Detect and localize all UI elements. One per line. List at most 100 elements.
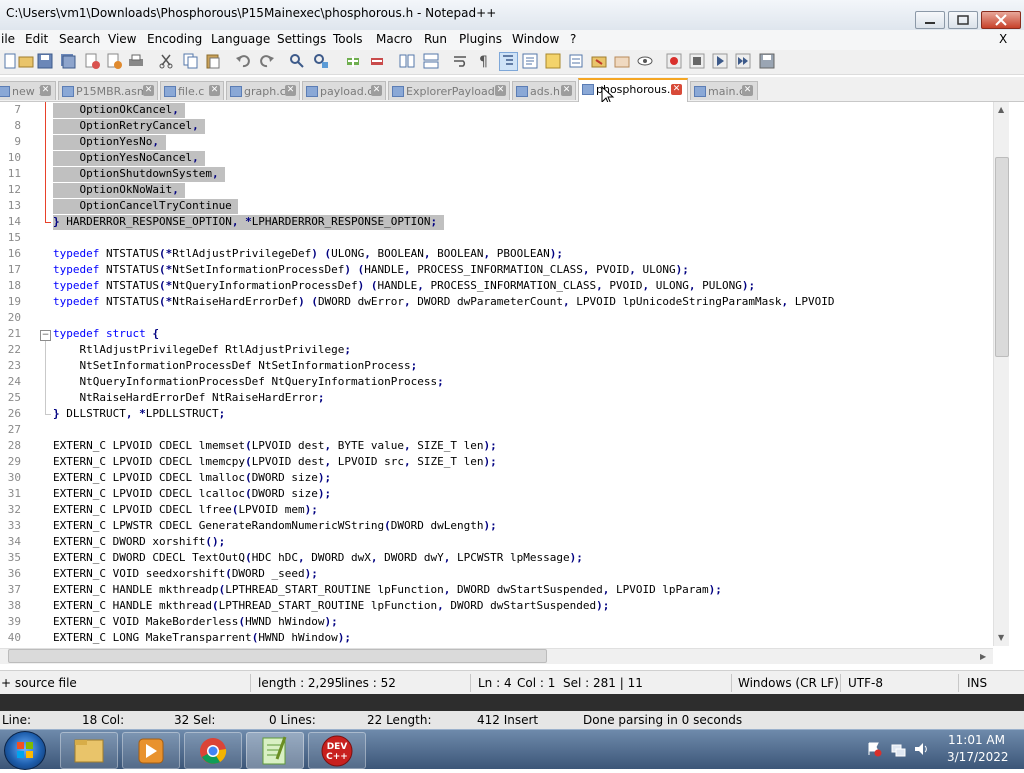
code-line[interactable]: 9 OptionYesNo, [0, 134, 1008, 150]
paste-icon[interactable] [205, 53, 221, 69]
zoom-out-icon[interactable] [369, 53, 385, 69]
menu-encoding[interactable]: Encoding [147, 32, 202, 46]
tab-close-icon[interactable]: ✕ [742, 85, 753, 96]
code-line[interactable]: 13 OptionCancelTryContinue [0, 198, 1008, 214]
scroll-right-icon[interactable]: ▶ [980, 652, 986, 661]
action-center-flag-icon[interactable] [866, 741, 882, 757]
close-all-icon[interactable] [106, 53, 122, 69]
open-file-icon[interactable] [18, 53, 34, 69]
code-line[interactable]: 22 RtlAdjustPrivilegeDef RtlAdjustPrivil… [0, 342, 1008, 358]
tab-close-icon[interactable]: ✕ [561, 85, 572, 96]
menu-macro[interactable]: Macro [376, 32, 412, 46]
cut-icon[interactable] [158, 53, 174, 69]
sync-horizontal-icon[interactable] [423, 53, 439, 69]
code-line[interactable]: 11 OptionShutdownSystem, [0, 166, 1008, 182]
run-macro-multiple-icon[interactable] [735, 53, 751, 69]
tab-file-c[interactable]: file.c ✕ [160, 81, 224, 100]
new-file-icon[interactable] [2, 53, 18, 69]
code-line[interactable]: 38 EXTERN_C HANDLE mkthread(LPTHREAD_STAR… [0, 598, 1008, 614]
tab-close-icon[interactable]: ✕ [371, 85, 382, 96]
code-line[interactable]: 23 NtSetInformationProcessDef NtSetInfor… [0, 358, 1008, 374]
tab-phosphorous-h[interactable]: phosphorous.h ✕ [578, 78, 688, 102]
indent-guide-icon[interactable] [499, 52, 518, 71]
minimize-button[interactable] [915, 11, 945, 29]
menu-search[interactable]: Search [59, 32, 100, 46]
taskbar-chrome[interactable] [184, 732, 242, 769]
tab-close-icon[interactable]: ✕ [495, 85, 506, 96]
volume-icon[interactable] [913, 741, 929, 757]
status-insert-mode[interactable]: INS [967, 676, 987, 690]
code-line[interactable]: 36 EXTERN_C VOID seedxorshift(DWORD _seed… [0, 566, 1008, 582]
code-line[interactable]: 32 EXTERN_C LPVOID CDECL lfree(LPVOID mem… [0, 502, 1008, 518]
code-line[interactable]: 19 typedef NTSTATUS(*NtRaiseHardErrorDef)… [0, 294, 1008, 310]
folder-as-workspace-icon[interactable] [591, 53, 607, 69]
code-line[interactable]: 14} HARDERROR_RESPONSE_OPTION, *LPHARDER… [0, 214, 1008, 230]
close-button[interactable] [981, 11, 1021, 29]
code-line[interactable]: 8 OptionRetryCancel, [0, 118, 1008, 134]
network-icon[interactable] [890, 741, 906, 757]
tab-close-icon[interactable]: ✕ [40, 85, 51, 96]
menu-settings[interactable]: Settings [277, 32, 326, 46]
code-line[interactable]: 37 EXTERN_C HANDLE mkthreadp(LPTHREAD_STA… [0, 582, 1008, 598]
tab-p15mbr-asm[interactable]: P15MBR.asm ✕ [58, 81, 158, 100]
tab-close-icon[interactable]: ✕ [671, 84, 682, 95]
menu-plugins[interactable]: Plugins [459, 32, 502, 46]
sync-vertical-icon[interactable] [399, 53, 415, 69]
save-all-icon[interactable] [60, 53, 76, 69]
tab-close-icon[interactable]: ✕ [209, 85, 220, 96]
menu-run[interactable]: Run [424, 32, 447, 46]
menu-help[interactable]: ? [570, 32, 576, 46]
preview-eye-icon[interactable] [637, 53, 653, 69]
zoom-in-icon[interactable] [345, 53, 361, 69]
tab-ads-h[interactable]: ads.h ✕ [512, 81, 576, 100]
word-wrap-icon[interactable] [452, 53, 468, 69]
show-all-characters-icon[interactable]: ¶ [476, 53, 492, 69]
code-line[interactable]: 28 EXTERN_C LPVOID CDECL lmemset(LPVOID d… [0, 438, 1008, 454]
menu-window[interactable]: Window [512, 32, 559, 46]
menu-language[interactable]: Language [211, 32, 270, 46]
code-line[interactable]: 30 EXTERN_C LPVOID CDECL lmalloc(DWORD si… [0, 470, 1008, 486]
taskbar-explorer[interactable] [60, 732, 118, 769]
menu-edit[interactable]: Edit [25, 32, 48, 46]
close-file-icon[interactable] [84, 53, 100, 69]
find-icon[interactable] [289, 53, 305, 69]
code-line[interactable]: 12 OptionOkNoWait, [0, 182, 1008, 198]
code-line[interactable]: 10 OptionYesNoCancel, [0, 150, 1008, 166]
start-button[interactable] [4, 731, 46, 770]
replace-icon[interactable] [313, 53, 329, 69]
undo-icon[interactable] [235, 53, 251, 69]
code-line[interactable]: 35 EXTERN_C DWORD CDECL TextOutQ(HDC hDC,… [0, 550, 1008, 566]
vertical-scroll-thumb[interactable] [995, 157, 1009, 357]
tab-new-1[interactable]: new 1 ✕ [0, 81, 56, 100]
code-line[interactable]: 39 EXTERN_C VOID MakeBorderless(HWND hWin… [0, 614, 1008, 630]
play-macro-icon[interactable] [712, 53, 728, 69]
tab-main-c[interactable]: main.c ✕ [690, 81, 758, 100]
tab-close-icon[interactable]: ✕ [143, 85, 154, 96]
code-line[interactable]: 16 typedef NTSTATUS(*RtlAdjustPrivilegeDe… [0, 246, 1008, 262]
menu-view[interactable]: View [108, 32, 136, 46]
clock-time[interactable]: 11:01 AM [948, 733, 1005, 747]
menu-tools[interactable]: Tools [333, 32, 363, 46]
save-macro-icon[interactable] [759, 53, 775, 69]
code-line[interactable]: 31 EXTERN_C LPVOID CDECL lcalloc(DWORD si… [0, 486, 1008, 502]
code-line[interactable]: 24 NtQueryInformationProcessDef NtQueryI… [0, 374, 1008, 390]
maximize-button[interactable] [948, 11, 978, 29]
clock-date[interactable]: 3/17/2022 [947, 750, 1009, 764]
tab-close-icon[interactable]: ✕ [285, 85, 296, 96]
document-map-icon[interactable] [545, 53, 561, 69]
code-line[interactable]: 20 [0, 310, 1008, 326]
tab-payload-c[interactable]: payload.c ✕ [302, 81, 386, 100]
horizontal-scroll-thumb[interactable] [8, 649, 547, 663]
code-line[interactable]: 17 typedef NTSTATUS(*NtSetInformationProc… [0, 262, 1008, 278]
record-macro-icon[interactable] [666, 53, 682, 69]
code-line[interactable]: 40 EXTERN_C LONG MakeTransparrent(HWND hW… [0, 630, 1008, 646]
status-encoding[interactable]: UTF-8 [848, 676, 883, 690]
code-line[interactable]: 27 [0, 422, 1008, 438]
tab-explorerpayload-c[interactable]: ExplorerPayload.c ✕ [388, 81, 510, 100]
code-line[interactable]: 7 OptionOkCancel, [0, 102, 1008, 118]
user-defined-language-icon[interactable] [522, 53, 538, 69]
code-line[interactable]: 29 EXTERN_C LPVOID CDECL lmemcpy(LPVOID d… [0, 454, 1008, 470]
code-line[interactable]: 15 [0, 230, 1008, 246]
menu-close-document[interactable]: X [999, 32, 1007, 46]
function-list-icon[interactable] [568, 53, 584, 69]
